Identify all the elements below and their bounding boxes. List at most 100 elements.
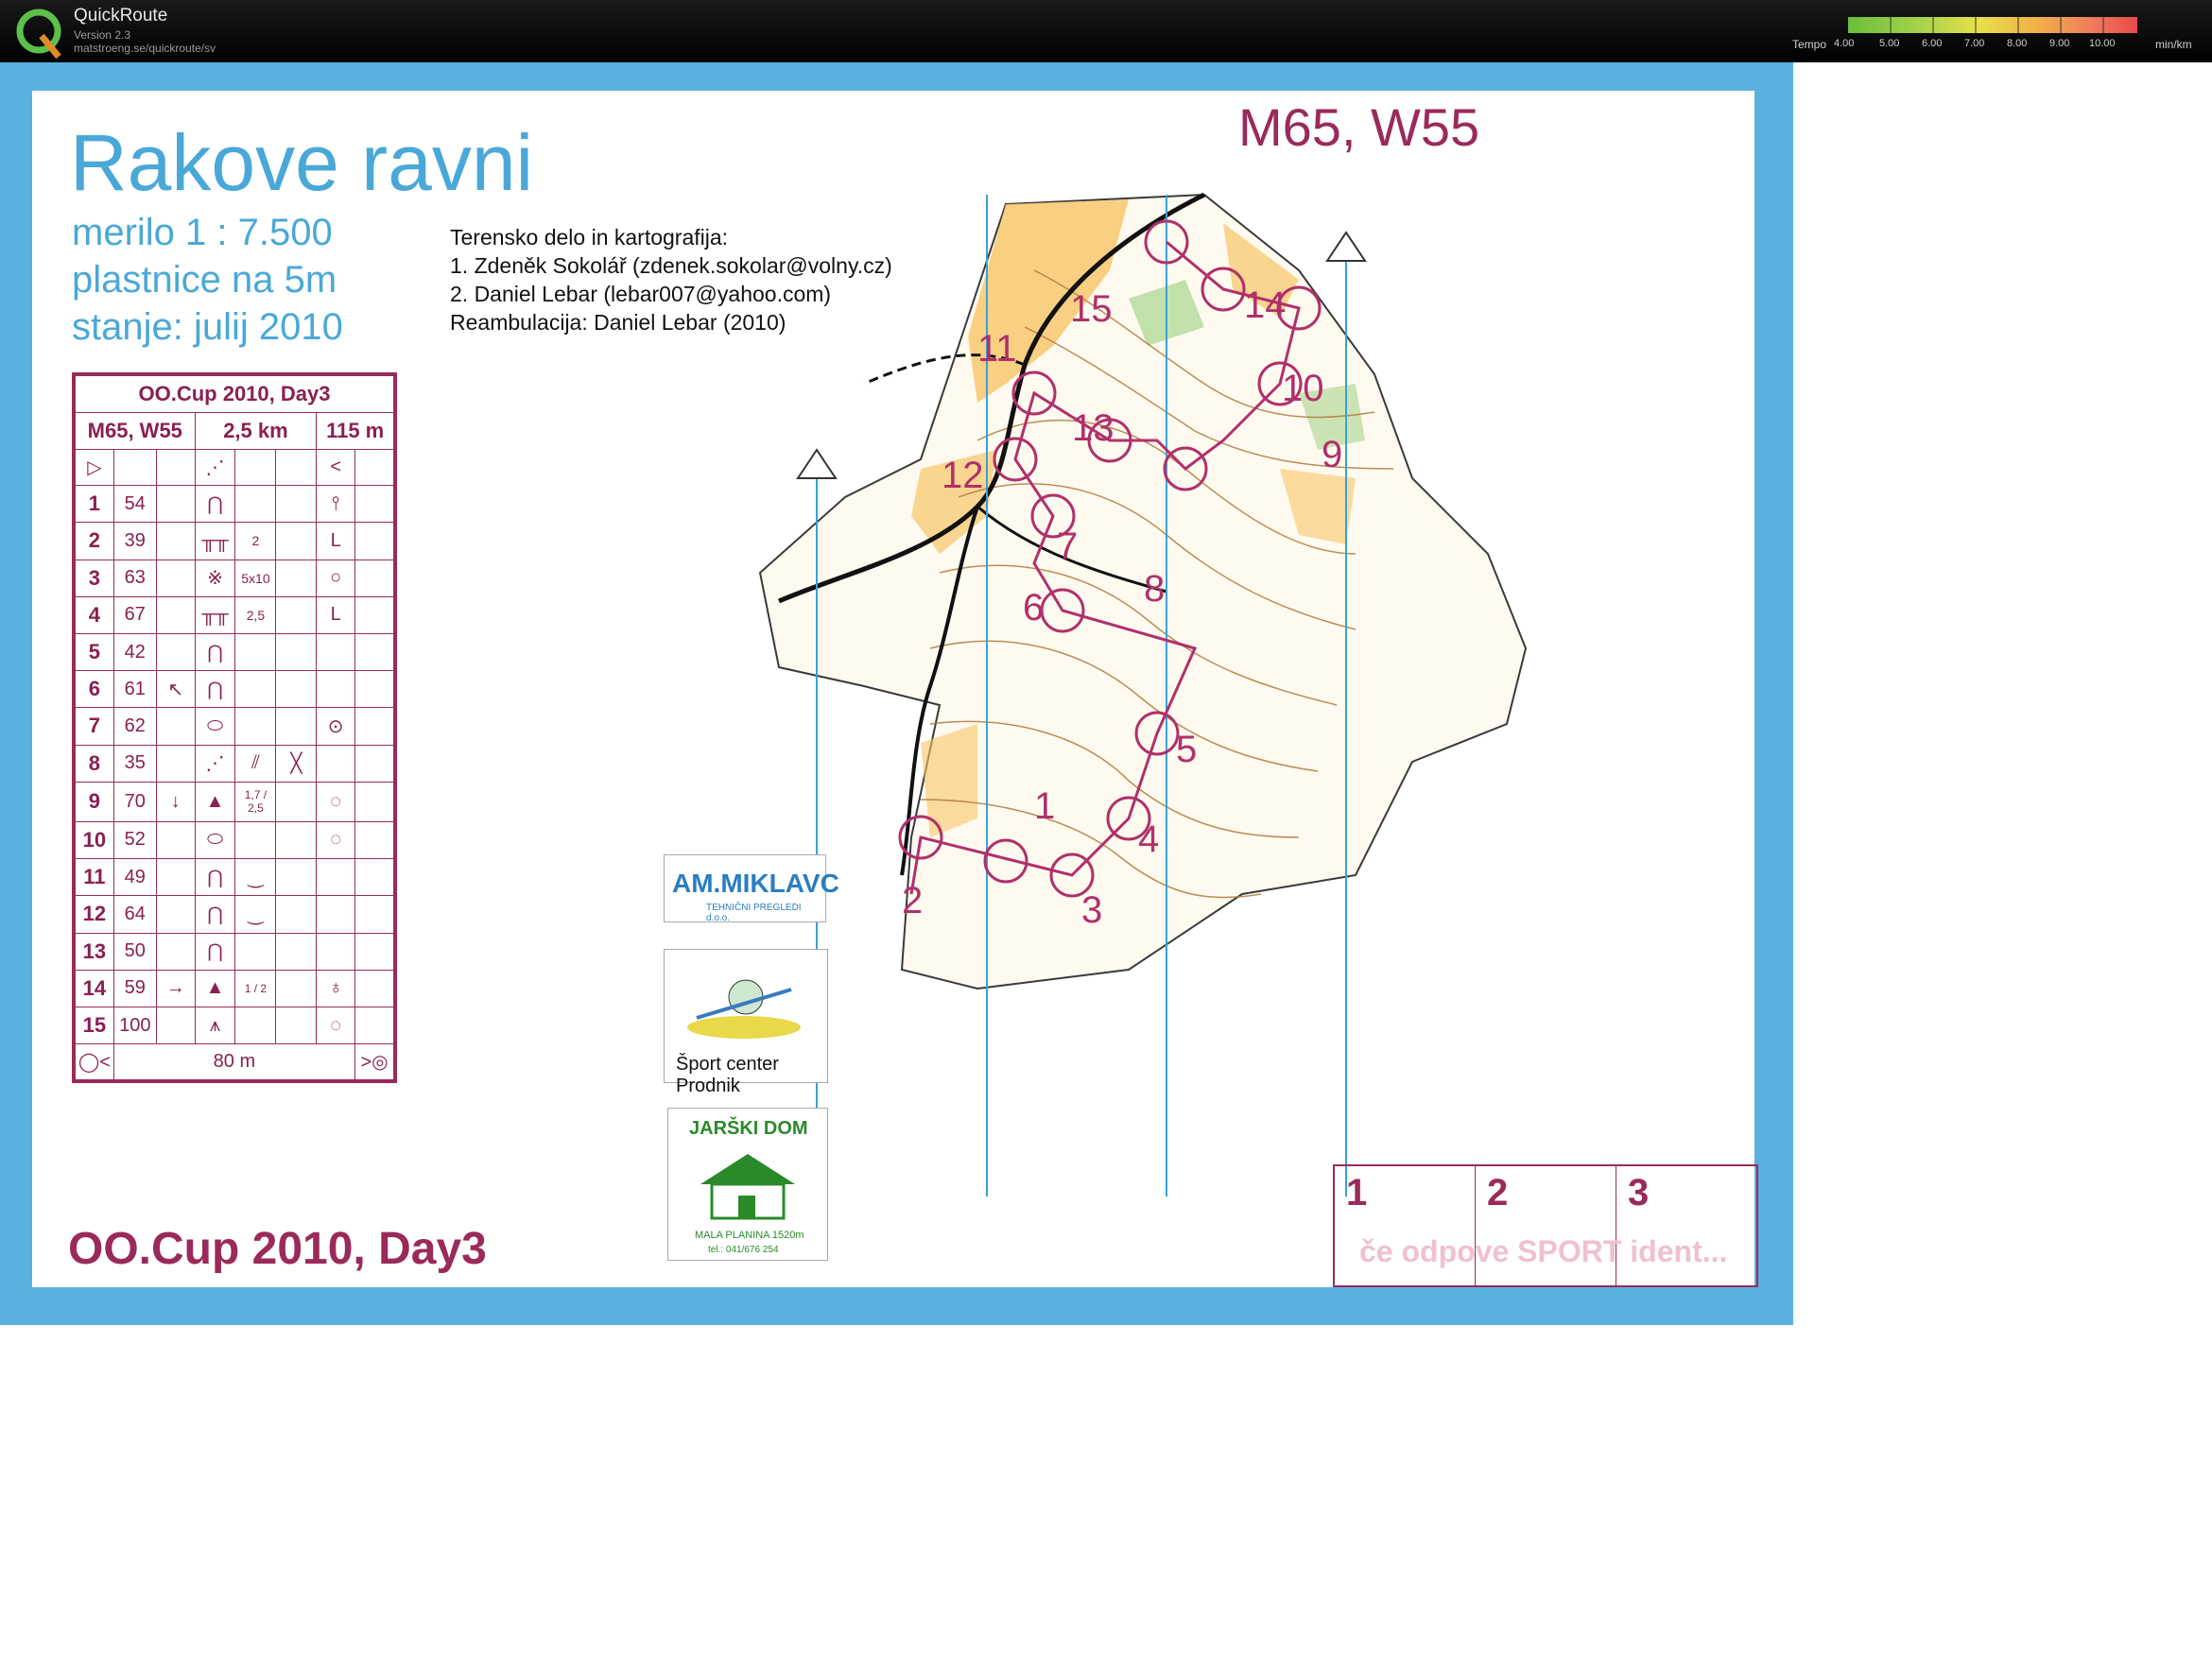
control-number: 7 — [75, 707, 114, 746]
control-code: 63 — [112, 559, 157, 597]
control-number: 8 — [75, 744, 114, 783]
finish-row: ◯< 80 m >◎ — [75, 1043, 394, 1080]
wall-icon: ╥╥ — [194, 522, 236, 560]
desc-row: 11 49 ⋂ ‿ — [75, 858, 394, 897]
east-arrow-icon: → — [155, 969, 196, 1007]
control-code: 59 — [112, 969, 157, 1007]
control-dimension: 2 — [234, 522, 277, 560]
tempo-tick: 9.00 — [2049, 38, 2070, 49]
path-icon: ⋰ — [194, 744, 236, 783]
desc-row: 13 50 ⋂ — [75, 932, 394, 971]
control-code: 42 — [112, 632, 157, 672]
start-triangle-icon: ▷ — [75, 449, 114, 487]
finish-icon: >◎ — [354, 1043, 394, 1080]
desc-row: 10 52 ⬭ ◌ — [75, 820, 394, 860]
control-code: 52 — [112, 820, 157, 860]
desc-class: M65, W55 — [75, 412, 196, 451]
fence-icon: ⫽ — [234, 744, 277, 783]
control-number: 11 — [75, 858, 114, 897]
control-label: 12 — [942, 455, 984, 496]
control-label: 4 — [1138, 818, 1159, 860]
orienteering-map[interactable]: 1 2 3 4 5 6 7 8 9 10 11 12 13 14 15 — [694, 157, 1715, 1244]
control-description-sheet: OO.Cup 2010, Day3 M65, W55 2,5 km 115 m … — [72, 372, 397, 1083]
east-side-icon: ◌ — [316, 1006, 356, 1045]
sponsor-name: AM.MIKLAVC — [672, 869, 839, 898]
side-icon: ⫯ — [316, 485, 356, 524]
desc-row: 6 61 ↖ ⋂ — [75, 670, 394, 709]
control-code: 39 — [112, 522, 157, 560]
quickroute-logo-icon — [16, 9, 61, 60]
map-contours: plastnice na 5m — [72, 259, 337, 301]
control-code: 54 — [112, 485, 157, 524]
south-arrow-icon: ↓ — [155, 781, 196, 822]
tempo-tick: 6.00 — [1922, 38, 1943, 49]
tempo-tick: 7.00 — [1964, 38, 1985, 49]
sponsor-tagline: TEHNIČNI PREGLEDI d.o.o. — [706, 903, 802, 923]
desc-row: 14 59 → ▲ 1 / 2 ♁ — [75, 969, 394, 1007]
control-label: 1 — [1034, 785, 1055, 827]
knoll-icon: ⬭ — [194, 707, 236, 746]
map-title: Rakove ravni — [70, 118, 534, 207]
northwest-arrow-icon: ↖ — [155, 670, 196, 709]
footer-title: OO.Cup 2010, Day3 — [68, 1224, 487, 1274]
control-number: 14 — [75, 969, 114, 1007]
crossing-icon: ╳ — [275, 744, 318, 783]
sponsor-jarski-logo: JARŠKI DOM MALA PLANINA 1520m tel.: 041/… — [667, 1108, 828, 1261]
desc-row: 15 100 ⩚ ◌ — [75, 1006, 394, 1045]
app-url[interactable]: matstroeng.se/quickroute/sv — [74, 42, 216, 55]
control-number: 4 — [75, 595, 114, 634]
control-number: 3 — [75, 559, 114, 597]
control-code: 49 — [112, 858, 157, 897]
control-label: 7 — [1057, 525, 1078, 567]
foot-icon: L — [316, 595, 356, 634]
spur-icon: ⋂ — [194, 485, 236, 524]
sponsor-name: JARŠKI DOM — [689, 1118, 808, 1139]
kayak-mascot-icon — [687, 979, 801, 1039]
top-icon: ⊙ — [316, 707, 356, 746]
sponsor-name: Šport center Prodnik — [676, 1054, 779, 1096]
boulder-icon: ▲ — [194, 781, 236, 822]
control-number: 2 — [75, 522, 114, 560]
control-code: 61 — [112, 670, 157, 709]
start-row: ▷ ⋰ < — [75, 449, 394, 487]
credits-line: Terensko delo in kartografija: — [450, 225, 729, 250]
tempo-tick: 5.00 — [1879, 38, 1900, 49]
wall-icon: ╥╥ — [194, 595, 236, 634]
tempo-color-scale — [1848, 17, 2137, 33]
control-code: 35 — [112, 744, 157, 783]
control-number: 5 — [75, 632, 114, 672]
sponsor-miklavc-logo: AM.MIKLAVC TEHNIČNI PREGLEDI d.o.o. — [664, 854, 839, 923]
si-backup-note: če odpove SPORT ident... — [1359, 1234, 1728, 1268]
foot-icon: L — [316, 522, 356, 560]
foot-icon: ♁ — [316, 969, 356, 1007]
control-dimension: 1 / 2 — [234, 969, 277, 1007]
sponsor-prodnik-logo: Šport center Prodnik — [664, 949, 828, 1096]
east-side-icon: ◌ — [316, 781, 356, 822]
sponsor-phone: tel.: 041/676 254 — [708, 1245, 779, 1255]
control-number: 9 — [75, 781, 114, 822]
shallow-icon: ‿ — [234, 858, 277, 897]
control-code: 50 — [112, 932, 157, 971]
desc-row: 4 67 ╥╥ 2,5 L — [75, 595, 394, 634]
class-heading: M65, W55 — [1238, 97, 1480, 157]
desc-row: 9 70 ↓ ▲ 1,7 / 2,5 ◌ — [75, 781, 394, 822]
map-canvas[interactable]: Rakove ravni merilo 1 : 7.500 plastnice … — [0, 62, 1793, 1325]
path-icon: ⋰ — [194, 449, 236, 487]
control-number: 10 — [75, 820, 114, 860]
control-code: 70 — [112, 781, 157, 822]
control-label: 9 — [1322, 434, 1342, 475]
desc-climb: 115 m — [316, 412, 394, 451]
desc-row: 2 39 ╥╥ 2 L — [75, 522, 394, 560]
desc-row: 1 54 ⋂ ⫯ — [75, 485, 394, 524]
app-version: Version 2.3 — [74, 28, 131, 42]
control-label: 3 — [1081, 889, 1102, 931]
desc-row: 12 64 ⋂ ‿ — [75, 895, 394, 934]
control-number: 15 — [75, 1006, 114, 1045]
bend-icon: < — [316, 449, 356, 487]
control-label: 13 — [1072, 407, 1115, 449]
tempo-ticks: 4.00 5.00 6.00 7.00 8.00 9.00 10.00 — [1834, 38, 2155, 51]
tempo-tick: 4.00 — [1834, 38, 1855, 49]
thicket-icon: ※ — [194, 559, 236, 597]
control-label: 6 — [1023, 587, 1044, 628]
house-icon — [700, 1154, 795, 1220]
